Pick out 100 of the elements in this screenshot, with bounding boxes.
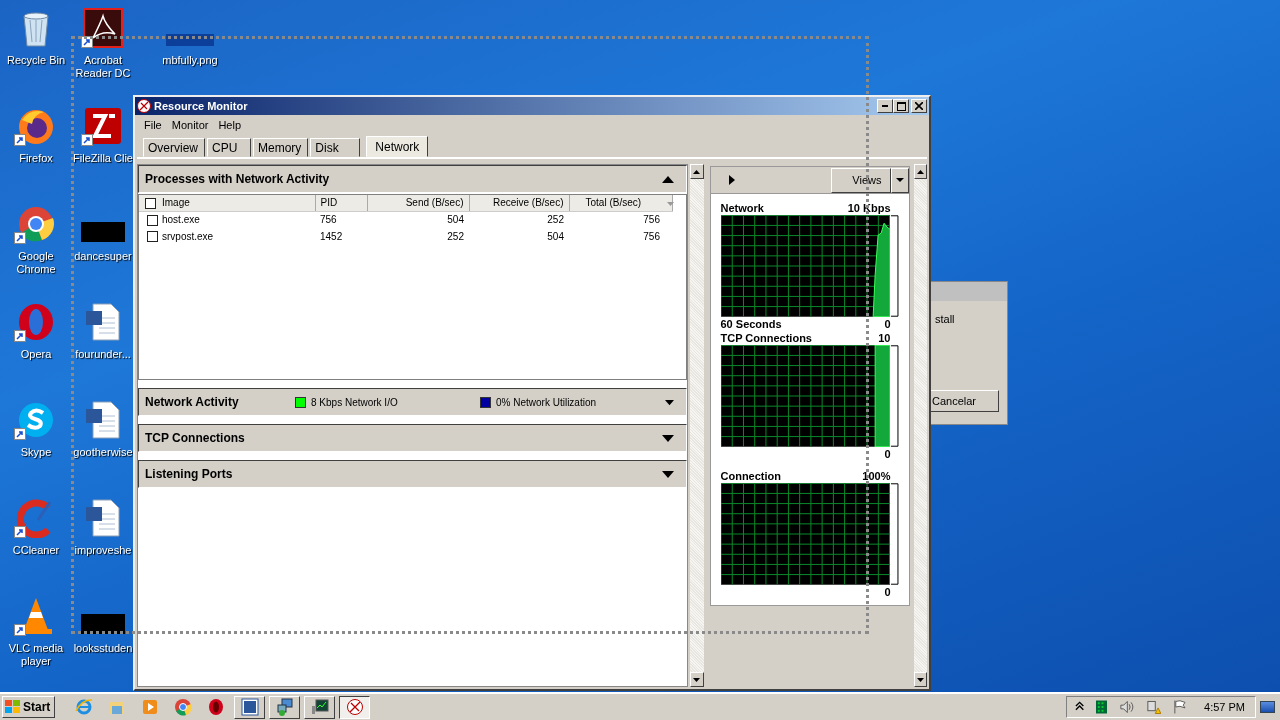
- desktop-icon-label[interactable]: Skype: [20, 446, 52, 459]
- expand-arrow-icon[interactable]: [728, 175, 735, 185]
- show-desktop-button[interactable]: [1260, 701, 1275, 713]
- section-header[interactable]: TCP Connections: [138, 424, 687, 452]
- column-header[interactable]: Total (B/sec): [569, 195, 672, 211]
- resource-monitor-icon: [137, 99, 151, 113]
- media-player-icon: [140, 698, 159, 716]
- table-cell: srvpost.exe: [162, 230, 214, 242]
- monitor-graph-taskbar-button[interactable]: [304, 695, 335, 719]
- windows-logo-icon: [5, 700, 21, 714]
- table-cell: 1452: [320, 231, 343, 242]
- maximize-icon: [896, 101, 906, 111]
- column-header[interactable]: Image: [139, 195, 315, 211]
- close-button[interactable]: [911, 99, 927, 113]
- menu-item[interactable]: File: [139, 119, 167, 131]
- column-header[interactable]: Send (B/sec): [367, 195, 469, 211]
- filezilla-icon: [83, 106, 123, 146]
- column-header-label: PID: [320, 197, 338, 209]
- tab[interactable]: Overview: [143, 138, 205, 157]
- tab[interactable]: Network: [366, 136, 429, 157]
- scroll-up-icon[interactable]: [916, 169, 924, 174]
- minimize-button[interactable]: [877, 99, 893, 113]
- graph-title: TCP Connections: [720, 332, 812, 344]
- desktop-icon-label[interactable]: Recycle Bin: [1, 54, 71, 67]
- graph-min-label: 0: [884, 586, 891, 598]
- legend-label: 0% Network Utilization: [496, 396, 597, 408]
- graph-max-label: 10: [878, 332, 891, 344]
- section-title: Processes with Network Activity: [145, 172, 330, 186]
- speaker-icon[interactable]: [1119, 700, 1135, 714]
- menu-item[interactable]: Help: [213, 119, 247, 131]
- sort-arrow-icon: [667, 201, 675, 206]
- tab[interactable]: Memory: [253, 138, 309, 157]
- desktop-icon-label[interactable]: improveshe: [74, 544, 132, 557]
- checkbox[interactable]: [145, 197, 156, 209]
- column-header[interactable]: PID: [315, 195, 367, 211]
- network-warning-icon[interactable]: [1146, 700, 1162, 714]
- table-cell: 504: [547, 231, 564, 242]
- network-computers-taskbar-button[interactable]: [269, 695, 300, 719]
- word-taskbar-button[interactable]: [234, 695, 265, 719]
- tab[interactable]: CPU: [207, 138, 251, 157]
- close-icon: [915, 102, 923, 110]
- table-cell: 756: [643, 214, 660, 226]
- chrome-icon: [173, 698, 192, 716]
- views-button[interactable]: Views: [830, 167, 891, 193]
- desktop-icon-label[interactable]: gootherwise: [73, 446, 133, 459]
- graph-min-label: 0: [884, 318, 891, 330]
- checkbox[interactable]: [147, 214, 158, 226]
- column-header[interactable]: Receive (B/sec): [469, 195, 569, 211]
- activity-meter-icon[interactable]: [1096, 700, 1108, 714]
- vertical-scrollbar[interactable]: [690, 164, 704, 687]
- checkbox[interactable]: [147, 231, 158, 243]
- desktop-icon-label[interactable]: fourunder...: [75, 348, 131, 361]
- expand-arrow-icon[interactable]: [662, 434, 674, 442]
- expand-arrow-icon[interactable]: [665, 398, 674, 406]
- section-header[interactable]: Processes with Network Activity: [138, 165, 687, 193]
- desktop-icon-label[interactable]: Acrobat Reader DC: [68, 54, 138, 80]
- tab[interactable]: Disk: [310, 138, 361, 157]
- collapse-arrow-icon[interactable]: [662, 175, 674, 183]
- desktop-icon-label[interactable]: dancesuper: [74, 250, 132, 263]
- word-icon: [240, 698, 259, 716]
- vertical-scrollbar[interactable]: [913, 164, 927, 687]
- expand-arrow-icon[interactable]: [662, 470, 674, 478]
- flag-icon[interactable]: [1173, 700, 1187, 714]
- section-header[interactable]: Network Activity 8 Kbps Network I/O 0% Network Utilization: [138, 388, 687, 416]
- minimize-icon: [882, 105, 888, 107]
- opera-icon: [16, 302, 56, 342]
- column-header-label: Image: [162, 196, 190, 208]
- start-button[interactable]: Start: [2, 696, 55, 718]
- section-title: TCP Connections: [145, 431, 246, 445]
- desktop-icon-label[interactable]: Opera: [20, 348, 52, 361]
- clock[interactable]: 4:57 PM: [1204, 701, 1245, 713]
- resource-monitor-icon: [345, 698, 364, 716]
- section-title: Network Activity: [145, 395, 240, 409]
- graph-min-label: 0: [884, 448, 891, 460]
- desktop-icon-label[interactable]: CCleaner: [12, 544, 60, 557]
- desktop-icon-label[interactable]: mbfully.png: [162, 54, 218, 67]
- scroll-down-icon[interactable]: [916, 677, 924, 682]
- table-cell: 252: [547, 214, 564, 226]
- menu-item[interactable]: Monitor: [166, 119, 214, 131]
- column-header-label: Total (B/sec): [585, 197, 642, 209]
- graph-title: Network: [720, 202, 764, 214]
- chrome-icon: [16, 204, 56, 244]
- column-header-label: Receive (B/sec): [492, 197, 564, 209]
- maximize-button[interactable]: [893, 99, 909, 113]
- table-cell: 504: [447, 214, 464, 226]
- network-computers-icon: [275, 698, 294, 716]
- desktop-icon-label[interactable]: FileZilla Clie: [73, 152, 133, 165]
- desktop-icon-label[interactable]: VLC media player: [1, 642, 71, 668]
- internet-explorer-icon: [74, 698, 93, 716]
- desktop-icon-label[interactable]: looksstuden: [73, 642, 133, 655]
- desktop-icon-label[interactable]: Google Chrome: [1, 250, 71, 276]
- scroll-up-icon[interactable]: [693, 169, 701, 174]
- section-header[interactable]: Listening Ports: [138, 460, 687, 488]
- opera-icon: [206, 698, 225, 716]
- legend-label: 8 Kbps Network I/O: [311, 396, 398, 408]
- table-cell: 756: [320, 214, 337, 226]
- window-title: Resource Monitor: [154, 100, 249, 112]
- desktop-icon-label[interactable]: Firefox: [19, 152, 53, 165]
- resource-monitor-taskbar-button[interactable]: [339, 695, 370, 719]
- scroll-down-icon[interactable]: [693, 677, 701, 682]
